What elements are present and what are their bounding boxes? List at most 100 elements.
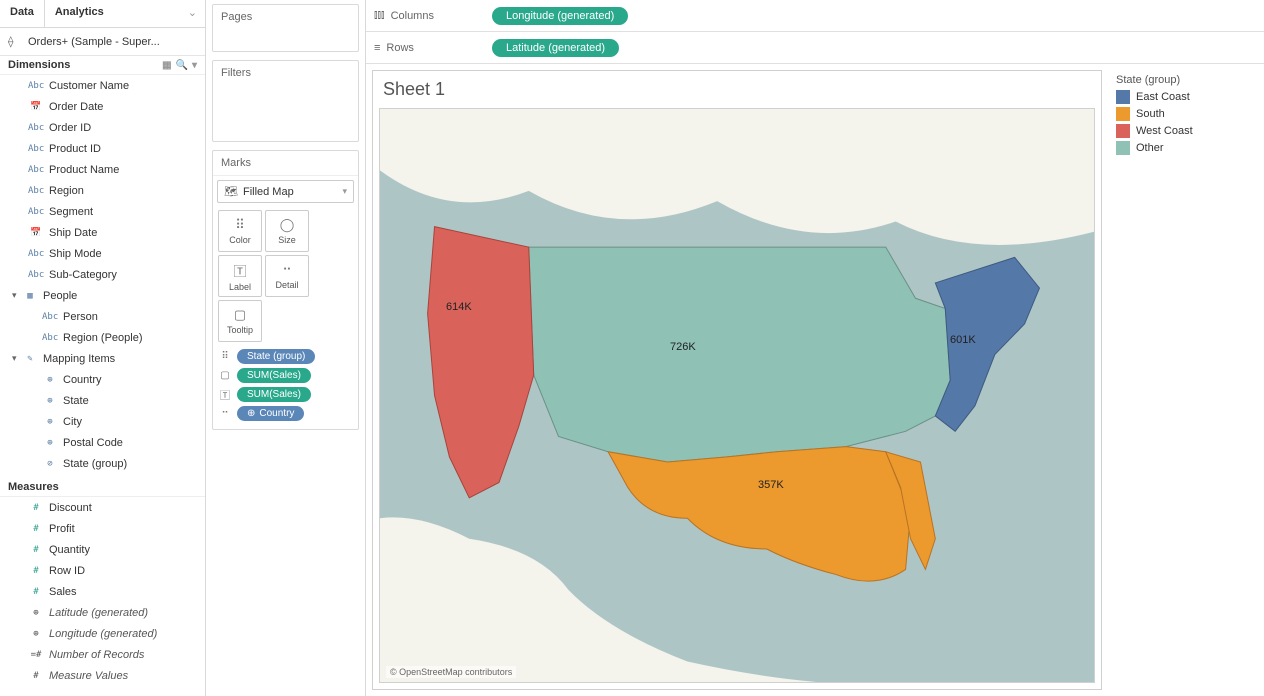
field-label: Longitude (generated) <box>49 628 157 640</box>
marks-label: Marks <box>213 151 358 176</box>
field-discount[interactable]: # Discount <box>0 497 205 518</box>
field-customer-name[interactable]: AbcCustomer Name <box>0 75 205 96</box>
size-label: Size <box>278 235 296 245</box>
field-segment[interactable]: AbcSegment <box>0 201 205 222</box>
legend-label: South <box>1136 108 1165 120</box>
field-type-icon: # <box>28 671 44 681</box>
data-pane: Data Analytics ⌄ ⟠ Orders+ (Sample - Sup… <box>0 0 206 696</box>
plus-icon: ⊕ <box>247 408 255 419</box>
field-state[interactable]: ⊕State <box>0 390 205 411</box>
field-sub-category[interactable]: AbcSub-Category <box>0 264 205 285</box>
field-type-icon: Abc <box>28 144 44 154</box>
legend-title: State (group) <box>1116 74 1250 86</box>
size-icon: ◯ <box>280 217 295 233</box>
data-tabs-menu-icon[interactable]: ⌄ <box>180 0 205 27</box>
field-profit[interactable]: #Profit <box>0 518 205 539</box>
field-sales[interactable]: #Sales <box>0 581 205 602</box>
tooltip-icon[interactable]: ▢ <box>218 370 232 381</box>
legend-item-east-coast[interactable]: East Coast <box>1116 90 1250 104</box>
field-type-icon: # <box>28 524 44 534</box>
sheet-title[interactable]: Sheet 1 <box>373 71 1101 108</box>
label-label-text: Label <box>229 282 251 292</box>
field-label: Order Date <box>49 101 103 113</box>
map-svg <box>380 109 1094 682</box>
search-fields-icon[interactable]: 🔍 <box>176 60 188 71</box>
folder-mapping-items[interactable]: ▾ ✎ Mapping Items <box>0 348 205 369</box>
field-region[interactable]: AbcRegion <box>0 180 205 201</box>
pill-country[interactable]: ⊕Country <box>237 406 304 421</box>
field-order-id[interactable]: AbcOrder ID <box>0 117 205 138</box>
view-as-icon[interactable]: ▦ <box>162 60 171 71</box>
legend-item-other[interactable]: Other <box>1116 141 1250 155</box>
region-label-south: 357K <box>758 479 784 491</box>
pages-card[interactable]: Pages <box>212 4 359 52</box>
pill-label: State (group) <box>247 351 305 362</box>
field-label: Customer Name <box>49 80 129 92</box>
legend-item-south[interactable]: South <box>1116 107 1250 121</box>
field-label: Row ID <box>49 565 85 577</box>
measures-header: Measures <box>0 478 205 497</box>
tab-data[interactable]: Data <box>0 0 44 27</box>
color-icon: ⠿ <box>235 217 245 233</box>
field-latitude-generated-[interactable]: ⊕Latitude (generated) <box>0 602 205 623</box>
detail-button[interactable]: ⠒Detail <box>265 255 309 297</box>
field-state-group-[interactable]: ⊘State (group) <box>0 453 205 474</box>
field-label: Discount <box>49 502 92 514</box>
label-icon[interactable]: 🅃 <box>218 387 232 402</box>
legend-swatch <box>1116 90 1130 104</box>
marks-card: Marks 🗺︎ Filled Map ▾ ⠿Color ◯Size 🅃Labe… <box>212 150 359 430</box>
fields-menu-icon[interactable]: ▾ <box>192 60 197 71</box>
field-type-icon: ⊕ <box>42 417 58 427</box>
field-longitude-generated-[interactable]: ⊕ Longitude (generated) <box>0 623 205 644</box>
field-order-date[interactable]: 📅Order Date <box>0 96 205 117</box>
field-type-icon: ⊕ <box>28 629 44 639</box>
rows-pill[interactable]: Latitude (generated) <box>492 39 619 57</box>
field-number-of-records[interactable]: =#Number of Records <box>0 644 205 665</box>
field-type-icon: Abc <box>28 186 44 196</box>
folder-people[interactable]: ▾ ▦ People <box>0 285 205 306</box>
field-ship-date[interactable]: 📅Ship Date <box>0 222 205 243</box>
map-canvas[interactable]: 614K 726K 601K 357K © OpenStreetMap cont… <box>379 108 1095 683</box>
color-icon[interactable]: ⠿ <box>218 351 232 362</box>
pill-sum-sales-[interactable]: SUM(Sales) <box>237 387 311 402</box>
datasource-row[interactable]: ⟠ Orders+ (Sample - Super... <box>0 28 205 56</box>
tab-analytics[interactable]: Analytics <box>45 0 114 27</box>
rows-shelf[interactable]: ≡Rows Latitude (generated) <box>366 32 1264 64</box>
region-label-other: 726K <box>670 341 696 353</box>
field-quantity[interactable]: #Quantity <box>0 539 205 560</box>
color-legend[interactable]: State (group) East Coast South West Coast O… <box>1108 70 1258 690</box>
field-label: Postal Code <box>63 437 123 449</box>
field-row-id[interactable]: #Row ID <box>0 560 205 581</box>
marks-pill-row: ⠒ ⊕Country <box>218 406 353 421</box>
mark-type-selector[interactable]: 🗺︎ Filled Map ▾ <box>217 180 354 203</box>
field-type-icon: # <box>28 545 44 555</box>
field-city[interactable]: ⊕City <box>0 411 205 432</box>
field-measure-values[interactable]: #Measure Values <box>0 665 205 686</box>
columns-shelf[interactable]: ⫾⫾⫾Columns Longitude (generated) <box>366 0 1264 32</box>
size-button[interactable]: ◯ Size <box>265 210 309 252</box>
tooltip-icon: ▢ <box>234 307 246 323</box>
field-region-people-[interactable]: AbcRegion (People) <box>0 327 205 348</box>
pill-sum-sales-[interactable]: SUM(Sales) <box>237 368 311 383</box>
color-button[interactable]: ⠿Color <box>218 210 262 252</box>
pages-label: Pages <box>213 5 358 29</box>
tooltip-button[interactable]: ▢Tooltip <box>218 300 262 342</box>
field-ship-mode[interactable]: AbcShip Mode <box>0 243 205 264</box>
legend-item-west-coast[interactable]: West Coast <box>1116 124 1250 138</box>
field-type-icon: ⊕ <box>42 396 58 406</box>
field-country[interactable]: ⊕Country <box>0 369 205 390</box>
dimensions-label: Dimensions <box>8 59 70 71</box>
region-label-west: 614K <box>446 301 472 313</box>
columns-pill[interactable]: Longitude (generated) <box>492 7 628 25</box>
columns-label: Columns <box>391 10 434 22</box>
detail-icon[interactable]: ⠒ <box>218 408 232 419</box>
field-type-icon: # <box>28 503 44 513</box>
field-postal-code[interactable]: ⊕Postal Code <box>0 432 205 453</box>
pill-state-group-[interactable]: State (group) <box>237 349 315 364</box>
field-product-name[interactable]: AbcProduct Name <box>0 159 205 180</box>
filters-card[interactable]: Filters <box>212 60 359 142</box>
field-type-icon: 📅 <box>28 228 44 238</box>
label-button[interactable]: 🅃Label <box>218 255 262 297</box>
field-product-id[interactable]: AbcProduct ID <box>0 138 205 159</box>
field-person[interactable]: AbcPerson <box>0 306 205 327</box>
